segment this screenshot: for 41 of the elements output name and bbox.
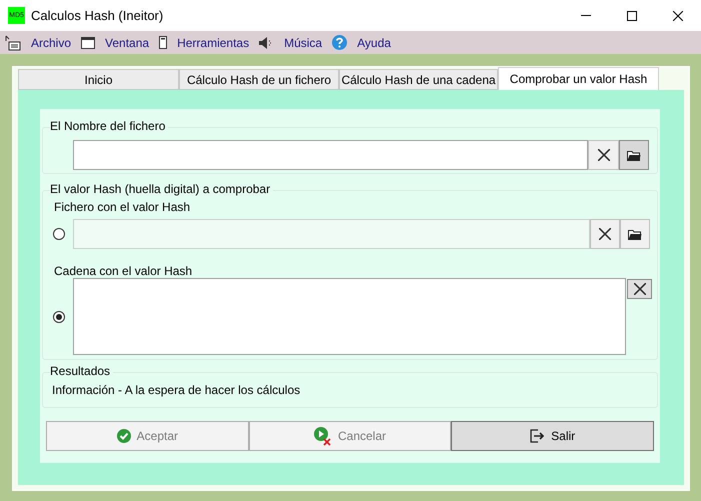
folder-icon xyxy=(628,228,642,240)
clear-button[interactable] xyxy=(588,140,619,170)
folder-icon xyxy=(627,150,641,160)
action-button[interactable]: Salir xyxy=(451,421,654,451)
status-message: Información - A la espera de hacer los cálculos xyxy=(52,382,300,399)
tab[interactable]: Inicio xyxy=(18,69,179,90)
hash-file-field[interactable] xyxy=(73,219,590,249)
phone-icon xyxy=(159,36,168,49)
menu-item[interactable]: Ayuda xyxy=(357,34,391,52)
document-icon xyxy=(5,34,21,50)
file-name-field[interactable] xyxy=(73,140,588,170)
exit-icon xyxy=(530,429,546,443)
window-title: Calculos Hash (Ineitor) xyxy=(31,6,164,25)
close-icon xyxy=(634,283,646,295)
minimize-icon xyxy=(581,15,591,16)
maximize-icon xyxy=(627,10,637,20)
option-label: Fichero con el valor Hash xyxy=(54,200,190,214)
group-title: El valor Hash (huella digital) a comprobar xyxy=(50,182,274,196)
window-icon xyxy=(81,36,96,48)
option-label: Cadena con el valor Hash xyxy=(54,264,192,278)
group-title: Resultados xyxy=(50,364,114,378)
radio-button[interactable] xyxy=(53,228,65,240)
menu-item[interactable]: Archivo xyxy=(31,34,72,52)
menu-item[interactable]: Ventana xyxy=(105,34,150,52)
menu-item[interactable]: Música xyxy=(284,34,322,52)
group-title: El Nombre del fichero xyxy=(50,119,168,133)
tab[interactable]: Cálculo Hash de un fichero xyxy=(179,69,339,90)
browse-button[interactable] xyxy=(619,140,649,170)
play-cancel-icon xyxy=(314,426,332,446)
tab[interactable]: Comprobar un valor Hash xyxy=(498,67,659,90)
radio-button[interactable] xyxy=(53,310,65,322)
close-icon xyxy=(599,228,611,240)
check-icon xyxy=(116,429,131,443)
tab[interactable]: Cálculo Hash de una cadena xyxy=(339,69,498,90)
clear-button[interactable] xyxy=(627,279,652,299)
close-icon xyxy=(673,10,683,20)
clear-button[interactable] xyxy=(590,219,620,249)
close-icon xyxy=(598,149,610,161)
help-icon xyxy=(332,35,348,50)
browse-button[interactable] xyxy=(620,219,650,249)
menu-item[interactable]: Herramientas xyxy=(177,34,250,52)
